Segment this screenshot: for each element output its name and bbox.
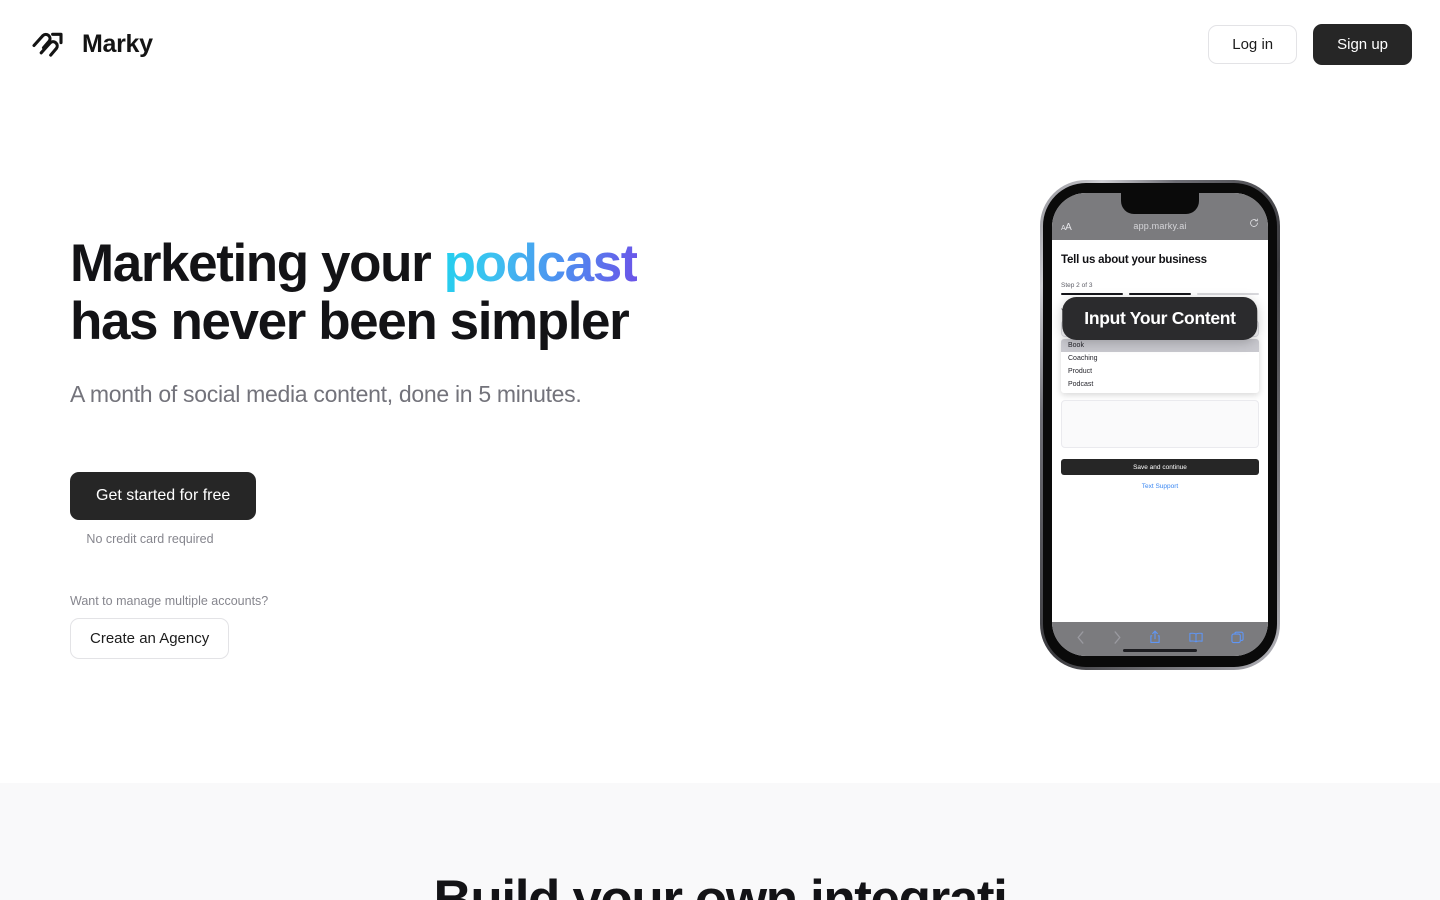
phone-outer-edge: AA app.marky.ai Tell us about your busin… bbox=[1040, 180, 1280, 670]
headline-line1-prefix: Marketing your bbox=[70, 234, 444, 293]
cta-block: Get started for free No credit card requ… bbox=[70, 471, 770, 546]
tooltip-label: Input Your Content bbox=[1084, 308, 1236, 328]
step-bar-1 bbox=[1061, 293, 1123, 295]
hero-section: Marketing your podcast has never been si… bbox=[0, 88, 1440, 783]
brand-logo[interactable]: Marky bbox=[28, 24, 153, 64]
site-header: Marky Log in Sign up bbox=[0, 0, 1440, 88]
step-progress bbox=[1061, 293, 1259, 295]
hero-copy: Marketing your podcast has never been si… bbox=[70, 234, 770, 659]
book-icon[interactable] bbox=[1189, 632, 1203, 643]
dropdown-option-book[interactable]: Book bbox=[1061, 339, 1259, 352]
headline-accent-word: podcast bbox=[443, 234, 639, 293]
home-indicator bbox=[1123, 649, 1197, 652]
dropdown-option-product[interactable]: Product bbox=[1061, 365, 1259, 378]
reload-icon[interactable] bbox=[1249, 215, 1259, 233]
safari-top-bar: AA app.marky.ai bbox=[1052, 193, 1268, 240]
description-textarea[interactable] bbox=[1061, 400, 1259, 448]
step-bar-2 bbox=[1129, 293, 1191, 295]
marky-logo-icon bbox=[28, 24, 68, 64]
phone-bezel: AA app.marky.ai Tell us about your busin… bbox=[1043, 183, 1277, 667]
signup-button[interactable]: Sign up bbox=[1313, 23, 1412, 65]
step-label: Step 2 of 3 bbox=[1061, 282, 1093, 289]
save-button-label: Save and continue bbox=[1133, 463, 1187, 471]
form-title: Tell us about your business bbox=[1061, 254, 1207, 266]
safari-url-text[interactable]: app.marky.ai bbox=[1052, 221, 1268, 231]
step-bar-3 bbox=[1197, 293, 1259, 295]
brand-name: Marky bbox=[82, 29, 153, 58]
page-title: Marketing your podcast has never been si… bbox=[70, 234, 770, 352]
phone-screen: AA app.marky.ai Tell us about your busin… bbox=[1052, 193, 1268, 656]
text-support-link[interactable]: Text Support bbox=[1061, 483, 1259, 490]
business-dropdown[interactable]: Book Coaching Product Podcast bbox=[1061, 339, 1259, 393]
agency-block: Want to manage multiple accounts? Create… bbox=[70, 594, 770, 659]
headline-line2: has never been simpler bbox=[70, 292, 630, 352]
cta-note: No credit card required bbox=[86, 531, 214, 546]
hero-subheadline: A month of social media content, done in… bbox=[70, 380, 582, 407]
login-button[interactable]: Log in bbox=[1208, 24, 1298, 64]
phone-mockup: AA app.marky.ai Tell us about your busin… bbox=[1040, 180, 1280, 670]
share-icon[interactable] bbox=[1149, 630, 1161, 644]
agency-question: Want to manage multiple accounts? bbox=[70, 593, 269, 608]
tabs-icon[interactable] bbox=[1231, 631, 1244, 644]
header-actions: Log in Sign up bbox=[1208, 23, 1412, 65]
text-size-aa-icon[interactable]: AA bbox=[1061, 222, 1072, 233]
dropdown-option-coaching[interactable]: Coaching bbox=[1061, 352, 1259, 365]
phone-notch bbox=[1121, 193, 1199, 214]
save-and-continue-button[interactable]: Save and continue bbox=[1061, 459, 1259, 475]
chevron-right-icon[interactable] bbox=[1113, 630, 1122, 644]
get-started-button[interactable]: Get started for free bbox=[70, 471, 257, 520]
create-agency-button[interactable]: Create an Agency bbox=[70, 617, 230, 659]
integrations-title: Build your own integrati bbox=[433, 870, 1008, 900]
dropdown-option-podcast[interactable]: Podcast bbox=[1061, 378, 1259, 391]
chevron-left-icon[interactable] bbox=[1076, 630, 1085, 644]
input-content-tooltip: Input Your Content bbox=[1062, 297, 1258, 340]
integrations-section: Build your own integrati bbox=[0, 783, 1440, 900]
